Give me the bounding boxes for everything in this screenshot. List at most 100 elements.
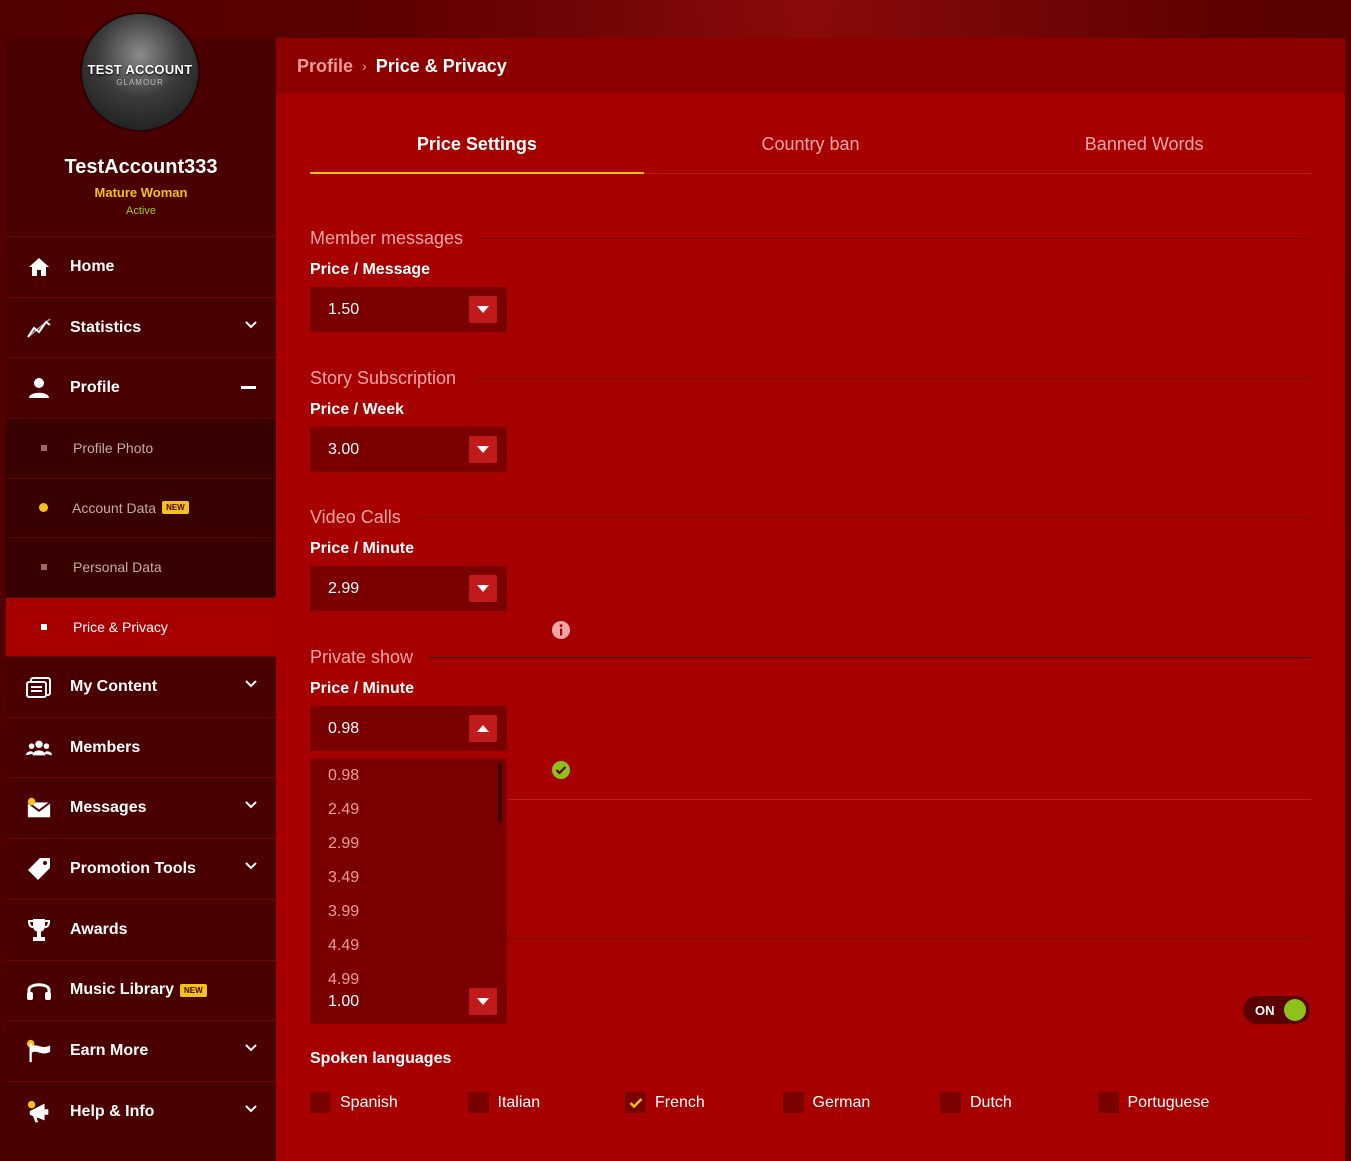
home-icon bbox=[26, 254, 52, 280]
language-label: Italian bbox=[497, 1093, 541, 1111]
chevron-down-icon[interactable] bbox=[469, 575, 497, 602]
checkbox[interactable] bbox=[310, 1092, 331, 1113]
chevron-down-icon[interactable] bbox=[469, 296, 497, 323]
select-value: 1.00 bbox=[328, 992, 360, 1010]
price-per-week-select[interactable]: 3.00 bbox=[310, 427, 507, 472]
checkbox[interactable] bbox=[625, 1092, 646, 1113]
private-show-price-select[interactable]: 0.98 bbox=[310, 706, 507, 751]
field-label: Price / Week bbox=[310, 401, 404, 418]
section-title-row: Private show bbox=[310, 647, 1311, 668]
breadcrumb-separator: › bbox=[362, 58, 367, 74]
sidebar-item-label: Statistics bbox=[70, 318, 142, 336]
field-label: Price / Message bbox=[310, 261, 431, 278]
checkbox[interactable] bbox=[467, 1092, 489, 1113]
language-label: Portuguese bbox=[1127, 1093, 1210, 1111]
dropdown-list[interactable]: 0.98 2.49 2.99 3.49 3.99 4.49 4.99 bbox=[310, 758, 507, 984]
tab-banned-words[interactable]: Banned Words bbox=[977, 118, 1311, 173]
select-value: 3.00 bbox=[328, 440, 360, 458]
flag-icon bbox=[26, 1038, 52, 1064]
language-option-portuguese[interactable]: Portuguese bbox=[1097, 1092, 1256, 1113]
new-badge: NEW bbox=[162, 501, 189, 515]
megaphone-icon bbox=[26, 1099, 52, 1125]
status-badge: Active bbox=[126, 205, 156, 217]
sidebar-item-messages[interactable]: Messages bbox=[6, 777, 276, 839]
chevron-down-icon[interactable] bbox=[469, 436, 497, 463]
dropdown-option[interactable]: 4.99 bbox=[310, 963, 507, 984]
chart-line-icon bbox=[26, 315, 52, 341]
scrollbar[interactable] bbox=[498, 763, 502, 823]
bullet-icon bbox=[41, 445, 47, 452]
dropdown-option[interactable]: 2.49 bbox=[310, 793, 507, 827]
select-value: 0.98 bbox=[328, 719, 360, 737]
dropdown-option[interactable]: 2.99 bbox=[310, 827, 507, 861]
breadcrumb-link-profile[interactable]: Profile bbox=[297, 56, 353, 77]
spoken-languages-list: Spanish Italian French German Dutch Port… bbox=[310, 1092, 1255, 1113]
language-option-spanish[interactable]: Spanish bbox=[310, 1092, 468, 1113]
sidebar-item-earn-more[interactable]: Earn More bbox=[6, 1020, 276, 1081]
sidebar-item-statistics[interactable]: Statistics bbox=[6, 296, 276, 358]
dropdown-option[interactable]: 3.99 bbox=[310, 895, 507, 929]
sidebar-subitem-label: Personal Data bbox=[73, 559, 162, 576]
dropdown-option[interactable]: 4.49 bbox=[310, 929, 507, 963]
sidebar-item-label: Home bbox=[70, 257, 115, 275]
checkbox[interactable] bbox=[782, 1092, 804, 1113]
sidebar-item-my-content[interactable]: My Content bbox=[6, 656, 276, 717]
checkbox[interactable] bbox=[940, 1092, 961, 1113]
sidebar-item-home[interactable]: Home bbox=[6, 236, 276, 297]
language-option-german[interactable]: German bbox=[782, 1092, 941, 1113]
divider bbox=[507, 799, 1311, 800]
sidebar-item-music-library[interactable]: Music Library NEW bbox=[6, 959, 276, 1021]
avatar[interactable]: TEST ACCOUNT GLAMOUR bbox=[80, 12, 200, 132]
spoken-languages-label: Spoken languages bbox=[310, 1050, 452, 1067]
language-option-dutch[interactable]: Dutch bbox=[940, 1092, 1098, 1113]
avatar-subtitle: GLAMOUR bbox=[116, 78, 164, 87]
language-option-italian[interactable]: Italian bbox=[467, 1092, 626, 1113]
chevron-down-icon bbox=[245, 320, 257, 329]
avatar-title: TEST ACCOUNT bbox=[87, 62, 193, 77]
info-icon[interactable] bbox=[551, 620, 571, 640]
sidebar-item-members[interactable]: Members bbox=[6, 716, 276, 778]
sidebar-item-label: Music Library bbox=[70, 981, 175, 999]
section-hidden-field: 1.00 bbox=[310, 979, 1311, 1024]
chevron-up-icon[interactable] bbox=[469, 715, 497, 742]
sidebar-subitem-personal-data[interactable]: Personal Data bbox=[6, 537, 276, 597]
new-badge: NEW bbox=[180, 983, 207, 997]
sidebar-item-help-info[interactable]: Help & Info bbox=[6, 1080, 276, 1142]
select-value: 1.50 bbox=[328, 300, 360, 318]
section-title: Member messages bbox=[310, 228, 464, 248]
chevron-down-icon bbox=[245, 1105, 257, 1113]
sidebar-item-profile[interactable]: Profile bbox=[6, 357, 276, 419]
video-call-price-select[interactable]: 2.99 bbox=[310, 566, 507, 611]
sidebar-item-awards[interactable]: Awards bbox=[6, 898, 276, 960]
price-per-message-select[interactable]: 1.50 bbox=[310, 287, 507, 332]
collapse-icon bbox=[241, 386, 256, 390]
chevron-down-icon bbox=[245, 1044, 257, 1052]
members-icon bbox=[26, 735, 52, 761]
chevron-down-icon[interactable] bbox=[469, 988, 497, 1015]
check-circle-icon bbox=[552, 761, 570, 779]
on-off-toggle[interactable]: ON bbox=[1243, 996, 1310, 1024]
bullet-icon bbox=[41, 623, 47, 630]
sidebar-subitem-label: Account Data bbox=[72, 499, 157, 516]
language-option-french[interactable]: French bbox=[625, 1092, 783, 1113]
sidebar-item-label: Members bbox=[70, 738, 141, 756]
section-title: Video Calls bbox=[310, 507, 401, 527]
sidebar-item-label: Messages bbox=[70, 799, 147, 817]
sidebar-subitem-account-data[interactable]: Account Data NEW bbox=[6, 477, 276, 538]
chevron-down-icon bbox=[245, 801, 257, 809]
sidebar-item-label: My Content bbox=[70, 677, 158, 695]
price-select[interactable]: 1.00 bbox=[310, 979, 507, 1024]
dropdown-option[interactable]: 0.98 bbox=[310, 759, 507, 793]
sidebar-item-promotion-tools[interactable]: Promotion Tools bbox=[6, 838, 276, 899]
checkbox[interactable] bbox=[1097, 1092, 1119, 1113]
tab-price-settings[interactable]: Price Settings bbox=[310, 118, 644, 174]
language-label: Dutch bbox=[970, 1093, 1012, 1111]
section-story-subscription: Story Subscription Price / Week 3.00 bbox=[310, 368, 1311, 472]
sidebar-subitem-price-privacy[interactable]: Price & Privacy bbox=[6, 596, 276, 657]
sidebar-subitem-profile-photo[interactable]: Profile Photo bbox=[6, 418, 276, 478]
dropdown-option[interactable]: 3.49 bbox=[310, 861, 507, 895]
tab-country-ban[interactable]: Country ban bbox=[644, 118, 978, 173]
user-icon bbox=[26, 375, 52, 401]
section-member-messages: Member messages Price / Message 1.50 bbox=[310, 228, 1311, 332]
trophy-icon bbox=[26, 917, 52, 943]
